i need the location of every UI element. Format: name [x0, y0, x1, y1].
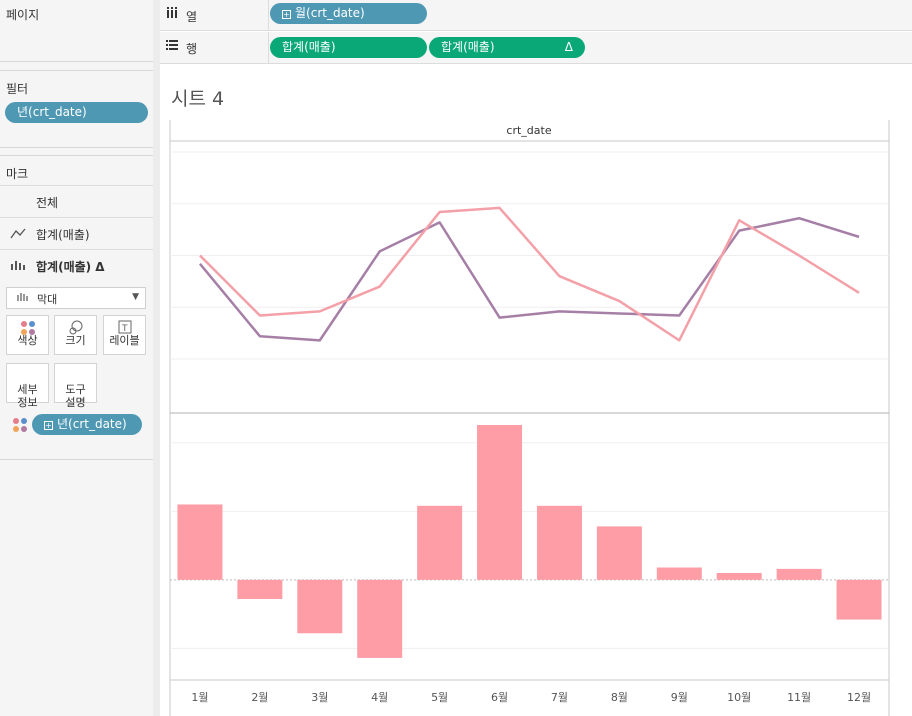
mark-type-label: 막대 — [37, 293, 58, 306]
rows-pill-1[interactable]: 합계(매출) — [270, 37, 427, 58]
series-line-2 — [199, 206, 860, 342]
columns-pill-label: 월(crt_date) — [295, 6, 365, 20]
rows-icon — [166, 39, 178, 54]
bar — [776, 568, 822, 580]
x-tick-label: 10월 — [727, 691, 751, 704]
shelf-divider — [268, 0, 269, 31]
expand-plus-icon: + — [44, 421, 53, 430]
detail-button[interactable]: 세부 정보 — [6, 363, 49, 409]
bar — [596, 526, 642, 580]
series-line-1 — [198, 216, 860, 342]
worksheet: 시트 4 1월 2월 3월 4월 5월 6월 7월 8월 9월 10월 11월 12월 crt_dat… — [160, 70, 912, 716]
bar — [716, 572, 762, 580]
size-icon — [55, 316, 96, 335]
label-button[interactable]: T 레이블 — [103, 315, 146, 355]
svg-text:T: T — [121, 324, 128, 334]
x-tick-label: 7월 — [551, 691, 568, 704]
filters-title: 필터 — [6, 82, 29, 96]
bar — [836, 579, 882, 620]
marks-row-label: 합계(매출) Δ — [36, 260, 105, 274]
chevron-down-icon: ▼ — [132, 292, 139, 302]
x-tick-label: 6월 — [491, 691, 508, 704]
size-button[interactable]: 크기 — [54, 315, 97, 355]
x-tick-label: 3월 — [311, 691, 328, 704]
tooltip-button-label: 도구 설명 — [65, 383, 86, 409]
bar — [477, 425, 523, 580]
shelf-divider — [268, 32, 269, 64]
filter-pill[interactable]: 년(crt_date) — [5, 102, 148, 123]
x-tick-label: 8월 — [611, 691, 628, 704]
bar-chart-icon — [10, 259, 26, 274]
pages-title: 페이지 — [6, 8, 40, 22]
rows-pill-2-label: 합계(매출) — [441, 40, 495, 54]
column-header: crt_date — [506, 124, 551, 137]
panel-divider[interactable] — [153, 0, 160, 716]
detail-button-label: 세부 정보 — [17, 383, 38, 409]
bar — [177, 504, 223, 580]
marks-title: 마크 — [6, 167, 29, 181]
tooltip-button[interactable]: 도구 설명 — [54, 363, 97, 409]
bar — [237, 579, 283, 600]
delta-icon: Δ — [564, 40, 573, 54]
label-button-label: 레이블 — [109, 334, 140, 347]
x-tick-label: 1월 — [191, 691, 208, 704]
line-chart-icon — [10, 227, 26, 242]
rows-pill-2[interactable]: 합계(매출) Δ — [429, 37, 585, 58]
marks-row-all[interactable]: 전체 — [0, 185, 153, 217]
columns-shelf-label: 열 — [186, 10, 198, 24]
bar — [656, 567, 702, 580]
x-tick-label: 9월 — [671, 691, 688, 704]
text-label-icon: T — [104, 316, 145, 334]
size-button-label: 크기 — [65, 334, 86, 347]
pages-card: 페이지 — [0, 0, 153, 62]
bar — [357, 579, 403, 658]
mark-type-dropdown[interactable]: 막대 ▼ — [6, 287, 146, 309]
marks-row-bar[interactable]: 합계(매출) Δ — [0, 249, 153, 282]
color-button-label: 색상 — [17, 334, 38, 347]
marks-row-label: 전체 — [36, 196, 59, 210]
columns-pill[interactable]: + 월(crt_date) — [270, 3, 427, 24]
columns-shelf: 열 + 월(crt_date) — [160, 0, 912, 31]
expand-plus-icon: + — [282, 10, 291, 19]
marks-row-line[interactable]: 합계(매출) — [0, 217, 153, 249]
left-panel: 페이지 필터 년(crt_date) 마크 전체 합계(매출) 합계(매출) Δ… — [0, 0, 153, 716]
color-button[interactable]: 색상 — [6, 315, 49, 355]
color-dots-icon — [7, 316, 48, 335]
rows-shelf: 행 합계(매출) 합계(매출) Δ — [160, 32, 912, 64]
color-dots-icon — [12, 417, 28, 436]
color-field-pill[interactable]: + 년(crt_date) — [32, 414, 142, 435]
bar — [417, 505, 463, 580]
x-tick-label: 4월 — [371, 691, 388, 704]
rows-shelf-label: 행 — [186, 42, 198, 56]
bar — [297, 579, 343, 634]
marks-row-label: 합계(매출) — [36, 228, 90, 242]
color-field-label: 년(crt_date) — [57, 417, 127, 431]
x-tick-label: 2월 — [251, 691, 268, 704]
x-tick-label: 12월 — [847, 691, 871, 704]
filters-card: 필터 년(crt_date) — [0, 70, 153, 148]
bar — [536, 505, 582, 580]
columns-icon — [166, 7, 178, 22]
bar-mark-icon — [17, 291, 29, 304]
chart-area: 1월 2월 3월 4월 5월 6월 7월 8월 9월 10월 11월 12월 crt_date — [169, 120, 890, 716]
x-tick-label: 5월 — [431, 691, 448, 704]
x-tick-label: 11월 — [787, 691, 811, 704]
